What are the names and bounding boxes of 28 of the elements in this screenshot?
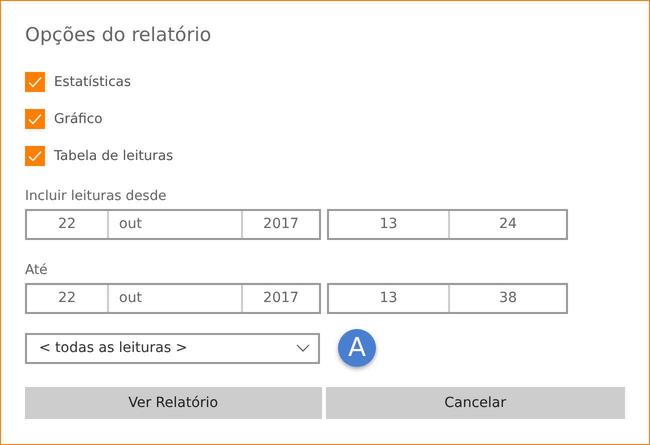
time-picker[interactable]: 13 24: [327, 209, 568, 240]
year-segment[interactable]: 2017: [241, 211, 319, 238]
month-segment[interactable]: out: [107, 211, 241, 238]
letter-badge: A: [338, 329, 376, 367]
date-picker[interactable]: 22 out 2017: [25, 209, 321, 240]
day-segment[interactable]: 22: [27, 211, 107, 238]
field-label: Até: [25, 261, 49, 279]
date-picker[interactable]: 22 out 2017: [25, 283, 321, 314]
time-picker[interactable]: 13 38: [327, 283, 568, 314]
checkbox-label: Tabela de leituras: [54, 148, 174, 164]
dialog-button[interactable]: Cancelar: [326, 387, 625, 419]
month-segment[interactable]: out: [107, 285, 241, 312]
checkbox[interactable]: [25, 72, 45, 92]
year-segment[interactable]: 2017: [241, 285, 319, 312]
hour-segment[interactable]: 13: [329, 285, 448, 312]
day-segment[interactable]: 22: [27, 285, 107, 312]
checkbox[interactable]: [25, 109, 45, 129]
checkbox-label: Estatísticas: [54, 74, 131, 90]
dialog-title: Opções do relatório: [25, 23, 212, 47]
field-label: Incluir leituras desde: [25, 187, 168, 205]
chevron-down-icon: [296, 344, 310, 352]
checkbox-label: Gráfico: [54, 111, 102, 127]
dropdown[interactable]: < todas as leituras >: [25, 332, 320, 364]
minute-segment[interactable]: 38: [448, 285, 566, 312]
dialog-button[interactable]: Ver Relatório: [25, 387, 322, 419]
hour-segment[interactable]: 13: [329, 211, 448, 238]
minute-segment[interactable]: 24: [448, 211, 566, 238]
checkbox[interactable]: [25, 146, 45, 166]
